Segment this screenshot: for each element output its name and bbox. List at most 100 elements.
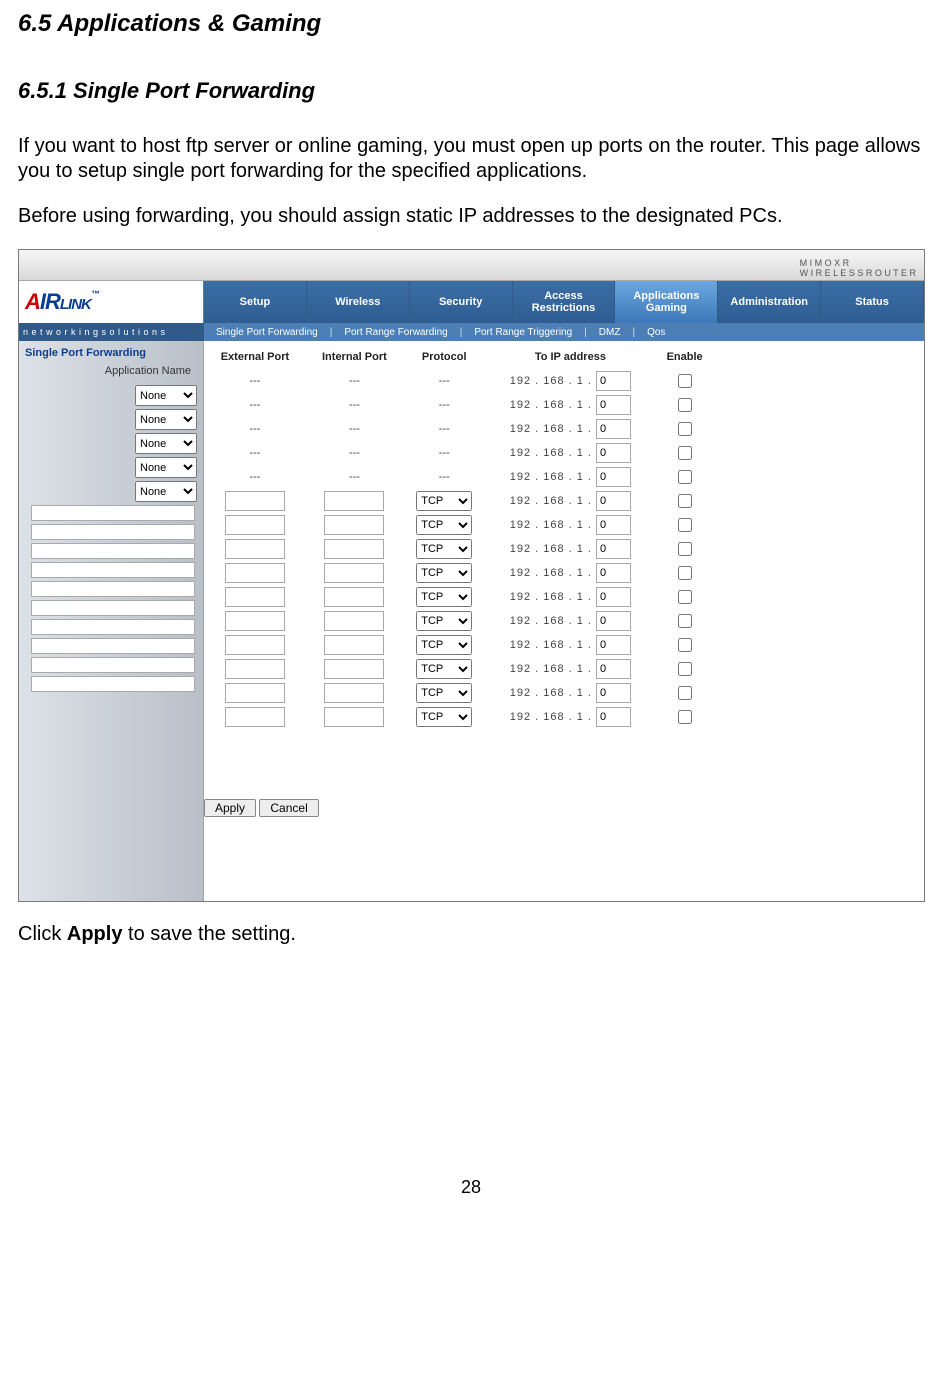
protocol-select[interactable]: TCP: [416, 515, 472, 535]
enable-checkbox[interactable]: [678, 518, 692, 532]
app-input-1[interactable]: [31, 505, 195, 521]
ip-cell: 192 . 168 . 1 .: [486, 705, 656, 729]
subnav-dmz[interactable]: DMZ: [595, 327, 625, 338]
ip-octet-input[interactable]: [596, 587, 631, 607]
right-column: External Port Internal Port Protocol To …: [204, 341, 924, 901]
app-input-6[interactable]: [31, 600, 195, 616]
enable-checkbox[interactable]: [678, 470, 692, 484]
app-input-5[interactable]: [31, 581, 195, 597]
top-bar: M I M O X R W I R E L E S S R O U T E R: [19, 250, 924, 281]
int-port-input[interactable]: [324, 539, 384, 559]
app-input-7[interactable]: [31, 619, 195, 635]
ext-port-input[interactable]: [225, 683, 285, 703]
ip-octet-input[interactable]: [596, 635, 631, 655]
tab-administration[interactable]: Administration: [718, 281, 821, 323]
app-input-10[interactable]: [31, 676, 195, 692]
ip-octet-input[interactable]: [596, 611, 631, 631]
int-port-input[interactable]: [324, 683, 384, 703]
ext-port-input[interactable]: [225, 491, 285, 511]
subnav-port-range-trig[interactable]: Port Range Triggering: [470, 327, 576, 338]
ip-octet-input[interactable]: [596, 419, 631, 439]
enable-checkbox[interactable]: [678, 542, 692, 556]
protocol-select[interactable]: TCP: [416, 683, 472, 703]
enable-checkbox[interactable]: [678, 638, 692, 652]
ext-port-input[interactable]: [225, 707, 285, 727]
protocol-select[interactable]: TCP: [416, 539, 472, 559]
protocol-select[interactable]: TCP: [416, 611, 472, 631]
enable-checkbox[interactable]: [678, 374, 692, 388]
int-port-input[interactable]: [324, 563, 384, 583]
enable-checkbox[interactable]: [678, 422, 692, 436]
int-port-input[interactable]: [324, 587, 384, 607]
app-input-8[interactable]: [31, 638, 195, 654]
int-port-input[interactable]: [324, 659, 384, 679]
tab-applications-gaming[interactable]: Applications Gaming: [615, 281, 718, 323]
ip-octet-input[interactable]: [596, 371, 631, 391]
app-select-5[interactable]: None: [135, 481, 197, 502]
device-tagline: M I M O X R W I R E L E S S R O U T E R: [800, 258, 916, 278]
ext-port-input[interactable]: [225, 515, 285, 535]
app-input-4[interactable]: [31, 562, 195, 578]
tab-status[interactable]: Status: [821, 281, 924, 323]
ext-port-input[interactable]: [225, 611, 285, 631]
protocol-select[interactable]: TCP: [416, 635, 472, 655]
enable-checkbox[interactable]: [678, 566, 692, 580]
protocol-select[interactable]: TCP: [416, 587, 472, 607]
enable-checkbox[interactable]: [678, 590, 692, 604]
enable-checkbox[interactable]: [678, 494, 692, 508]
col-protocol: Protocol: [403, 345, 486, 369]
app-input-3[interactable]: [31, 543, 195, 559]
app-select-3[interactable]: None: [135, 433, 197, 454]
protocol-select[interactable]: TCP: [416, 491, 472, 511]
enable-checkbox[interactable]: [678, 398, 692, 412]
int-port-input[interactable]: [324, 635, 384, 655]
ip-octet-input[interactable]: [596, 659, 631, 679]
subnav-port-range-fwd[interactable]: Port Range Forwarding: [340, 327, 451, 338]
enable-checkbox[interactable]: [678, 662, 692, 676]
ip-octet-input[interactable]: [596, 683, 631, 703]
app-input-2[interactable]: [31, 524, 195, 540]
table-row: TCP 192 . 168 . 1 .: [204, 537, 714, 561]
protocol-select[interactable]: TCP: [416, 563, 472, 583]
ip-octet-input[interactable]: [596, 707, 631, 727]
enable-checkbox[interactable]: [678, 686, 692, 700]
subnav-qos[interactable]: Qos: [643, 327, 669, 338]
tab-access-restrictions[interactable]: Access Restrictions: [513, 281, 616, 323]
int-port-input[interactable]: [324, 707, 384, 727]
ext-port-input[interactable]: [225, 659, 285, 679]
ext-port-input[interactable]: [225, 539, 285, 559]
ip-octet-input[interactable]: [596, 539, 631, 559]
int-port-input[interactable]: [324, 611, 384, 631]
ext-port-input[interactable]: [225, 563, 285, 583]
tab-wireless[interactable]: Wireless: [307, 281, 410, 323]
cancel-button[interactable]: Cancel: [259, 799, 318, 817]
ip-octet-input[interactable]: [596, 491, 631, 511]
int-port-cell: ---: [306, 369, 403, 393]
table-row: TCP 192 . 168 . 1 .: [204, 513, 714, 537]
app-select-1[interactable]: None: [135, 385, 197, 406]
ext-port-input[interactable]: [225, 635, 285, 655]
tab-security[interactable]: Security: [410, 281, 513, 323]
app-select-2[interactable]: None: [135, 409, 197, 430]
ip-octet-input[interactable]: [596, 515, 631, 535]
enable-checkbox[interactable]: [678, 446, 692, 460]
ip-cell: 192 . 168 . 1 .: [486, 465, 656, 489]
tab-setup[interactable]: Setup: [204, 281, 307, 323]
proto-cell: ---: [403, 417, 486, 441]
app-select-4[interactable]: None: [135, 457, 197, 478]
enable-checkbox[interactable]: [678, 614, 692, 628]
subnav-single-port[interactable]: Single Port Forwarding: [212, 327, 322, 338]
ip-octet-input[interactable]: [596, 563, 631, 583]
ip-octet-input[interactable]: [596, 395, 631, 415]
enable-checkbox[interactable]: [678, 710, 692, 724]
table-row: --- --- --- 192 . 168 . 1 .: [204, 393, 714, 417]
ip-octet-input[interactable]: [596, 467, 631, 487]
int-port-input[interactable]: [324, 491, 384, 511]
ext-port-input[interactable]: [225, 587, 285, 607]
protocol-select[interactable]: TCP: [416, 707, 472, 727]
protocol-select[interactable]: TCP: [416, 659, 472, 679]
app-input-9[interactable]: [31, 657, 195, 673]
int-port-input[interactable]: [324, 515, 384, 535]
ip-octet-input[interactable]: [596, 443, 631, 463]
apply-button[interactable]: Apply: [204, 799, 256, 817]
